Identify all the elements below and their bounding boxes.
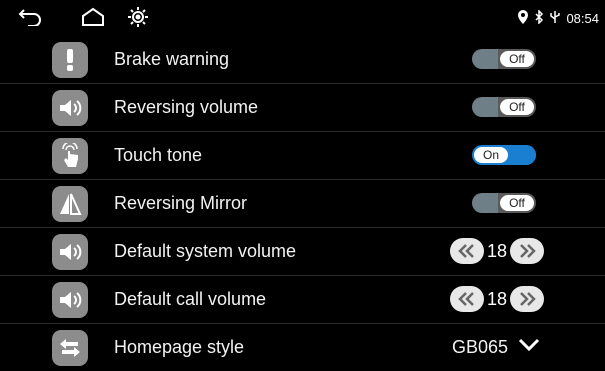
status-indicators: 08:54: [518, 8, 599, 27]
setting-default-call-volume: Default call volume 18: [0, 276, 605, 324]
usb-icon: [550, 10, 561, 27]
decrease-button[interactable]: [450, 238, 484, 264]
setting-label: Reversing volume: [114, 97, 259, 117]
speaker-icon: [52, 282, 88, 318]
setting-label: Homepage style: [114, 337, 245, 357]
brightness-icon[interactable]: [128, 7, 148, 32]
speaker-icon: [52, 90, 88, 126]
warning-icon: [52, 42, 88, 78]
touch-hand-icon: [52, 138, 88, 174]
system-volume-stepper: 18: [450, 237, 544, 265]
call-volume-stepper: 18: [450, 285, 544, 313]
setting-brake-warning[interactable]: Brake warning Off: [0, 36, 605, 84]
bluetooth-icon: [534, 8, 544, 27]
homepage-style-dropdown[interactable]: GB065: [452, 324, 540, 371]
home-icon[interactable]: [80, 7, 106, 32]
setting-touch-tone[interactable]: Touch tone On: [0, 132, 605, 180]
brake-warning-toggle[interactable]: Off: [472, 49, 536, 69]
settings-list: Brake warning Off Reversing volume Off T…: [0, 36, 605, 371]
speaker-icon: [52, 234, 88, 270]
dropdown-value: GB065: [452, 337, 509, 357]
setting-label: Touch tone: [114, 145, 203, 165]
reversing-mirror-toggle[interactable]: Off: [472, 193, 536, 213]
increase-button[interactable]: [510, 286, 544, 312]
setting-label: Reversing Mirror: [114, 193, 248, 213]
status-bar: 08:54: [0, 0, 605, 36]
decrease-button[interactable]: [450, 286, 484, 312]
location-icon: [518, 9, 529, 27]
increase-button[interactable]: [510, 238, 544, 264]
volume-value: 18: [486, 288, 508, 309]
setting-reversing-mirror[interactable]: Reversing Mirror Off: [0, 180, 605, 228]
setting-reversing-volume[interactable]: Reversing volume Off: [0, 84, 605, 132]
touch-tone-toggle[interactable]: On: [472, 145, 536, 165]
chevron-down-icon: [518, 338, 540, 357]
setting-homepage-style[interactable]: Homepage style GB065: [0, 324, 605, 371]
setting-label: Default call volume: [114, 289, 267, 309]
reversing-volume-toggle[interactable]: Off: [472, 97, 536, 117]
swap-arrows-icon: [52, 330, 88, 366]
setting-default-system-volume: Default system volume 18: [0, 228, 605, 276]
back-icon[interactable]: [18, 6, 44, 31]
mirror-icon: [52, 186, 88, 222]
volume-value: 18: [486, 240, 508, 261]
setting-label: Brake warning: [114, 49, 230, 69]
clock-time: 08:54: [566, 10, 599, 26]
setting-label: Default system volume: [114, 241, 297, 261]
